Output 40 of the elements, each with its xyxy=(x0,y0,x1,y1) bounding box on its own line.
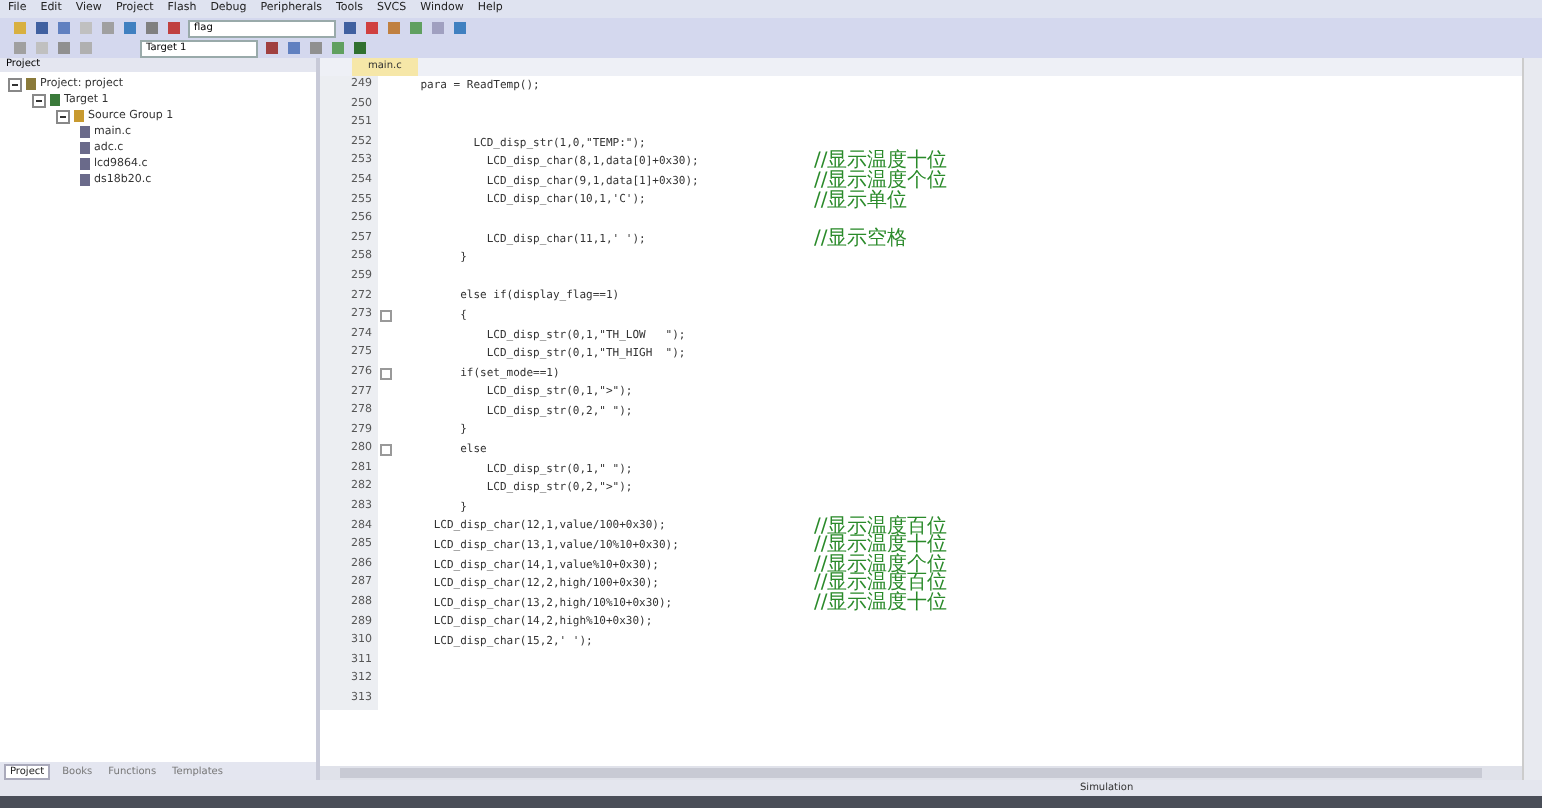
toolbar-button[interactable] xyxy=(264,40,280,56)
horizontal-scrollbar[interactable] xyxy=(320,766,1522,780)
toolbar-button[interactable] xyxy=(364,20,380,36)
tree-node-icon xyxy=(80,158,90,170)
code-comment: //显示温度个位 xyxy=(814,171,948,192)
fold-icon[interactable] xyxy=(380,367,392,380)
tree-node-icon xyxy=(80,174,90,186)
toolbar-button[interactable] xyxy=(330,40,346,56)
expand-toggle[interactable] xyxy=(8,77,22,91)
code-comment: //显示温度百位 xyxy=(814,517,948,537)
fold-icon[interactable] xyxy=(380,444,392,457)
tree-node-icon xyxy=(80,142,90,154)
toolbar-button[interactable] xyxy=(342,20,358,36)
code-comment: //显示温度十位 xyxy=(814,152,948,172)
toolbar-button[interactable] xyxy=(352,40,368,56)
toolbar-button[interactable] xyxy=(408,20,424,36)
toolbar-button[interactable] xyxy=(386,20,402,36)
code-comment: //显示单位 xyxy=(814,191,908,211)
toolbar-button[interactable] xyxy=(308,40,324,56)
toolbar-button[interactable] xyxy=(452,20,468,36)
code-comment: //显示空格 xyxy=(814,229,908,249)
tree-node-icon xyxy=(74,110,84,122)
toolbar-button[interactable] xyxy=(166,20,182,36)
code-comment: //显示温度十位 xyxy=(814,594,948,614)
toolbar-button[interactable] xyxy=(286,40,302,56)
toolbar-button[interactable] xyxy=(100,20,116,36)
tree-node-icon xyxy=(50,94,60,106)
toolbar-button[interactable] xyxy=(34,20,50,36)
toolbar-button[interactable] xyxy=(12,40,28,56)
fold-icon[interactable] xyxy=(380,309,392,322)
expand-toggle[interactable] xyxy=(32,93,46,107)
toolbar-button[interactable] xyxy=(56,40,72,56)
expand-toggle[interactable] xyxy=(56,109,70,123)
toolbar-button[interactable] xyxy=(144,20,160,36)
code-comment: //显示温度十位 xyxy=(814,536,948,556)
tree-node-icon xyxy=(80,126,90,138)
toolbar-button[interactable] xyxy=(122,20,138,36)
tree-node-icon xyxy=(26,78,36,90)
toolbar-button[interactable] xyxy=(56,20,72,36)
code-comment: //显示温度个位 xyxy=(814,555,948,575)
